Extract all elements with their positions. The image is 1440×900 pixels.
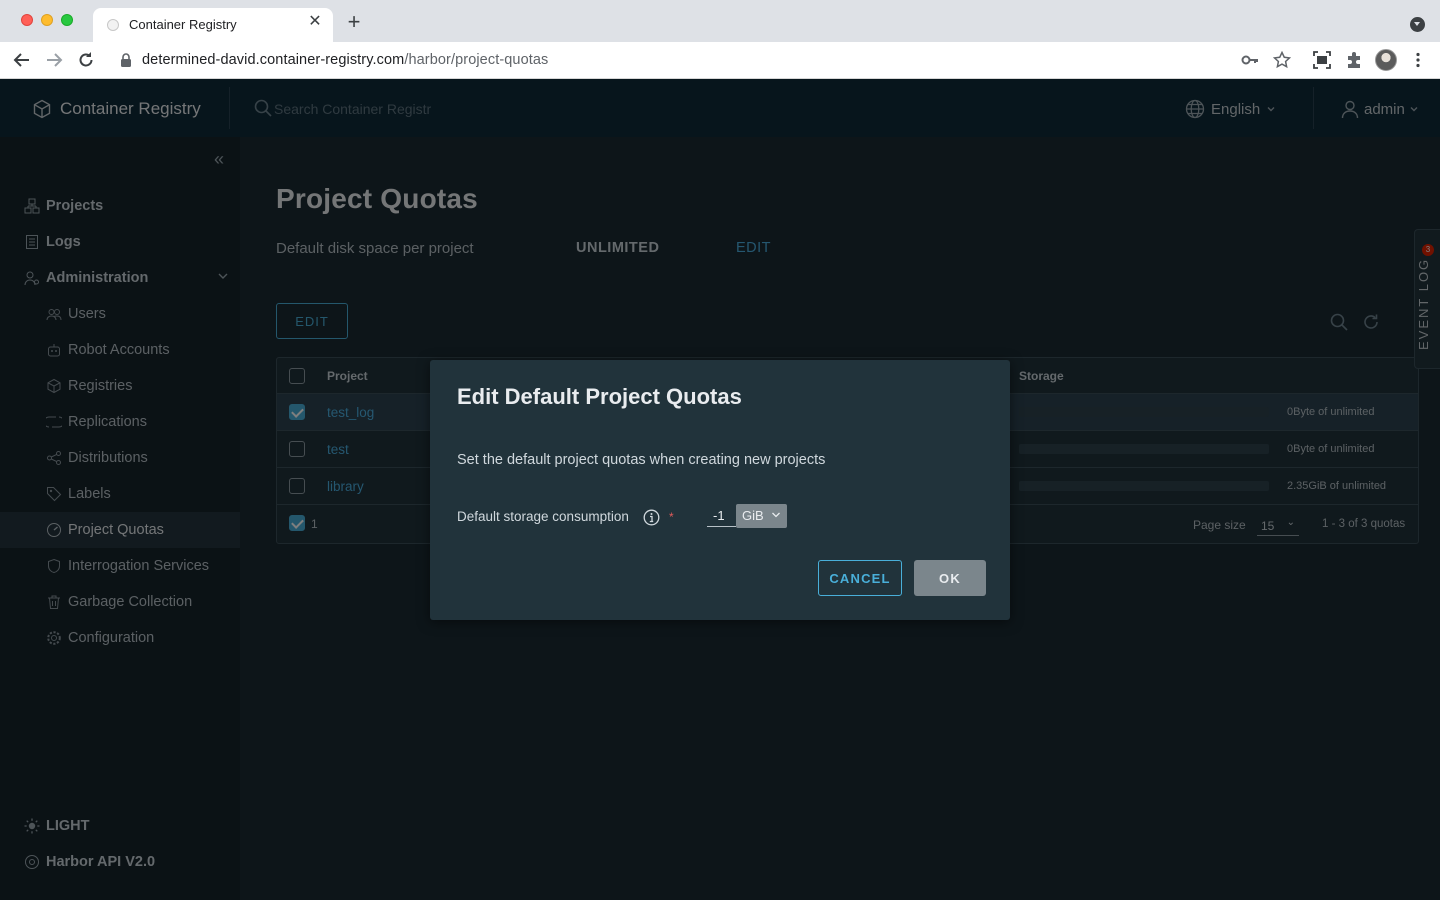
back-arrow-icon[interactable] [12,50,32,70]
ok-button[interactable]: OK [914,560,986,596]
browser-menu-icon[interactable] [1408,50,1428,70]
url-path: /harbor/project-quotas [404,52,549,68]
required-indicator: * [669,510,674,524]
browser-tab-strip: Container Registry ✕ + [0,0,1440,42]
window-maximize-button[interactable] [61,14,73,26]
tab-title: Container Registry [129,17,237,32]
reload-icon[interactable] [76,50,96,70]
profile-avatar[interactable] [1375,49,1397,71]
window-close-button[interactable] [21,14,33,26]
screen-capture-icon[interactable] [1312,50,1332,70]
window-minimize-button[interactable] [41,14,53,26]
dialog-description: Set the default project quotas when crea… [457,452,826,468]
extensions-puzzle-icon[interactable] [1344,50,1364,70]
tab-favicon-icon [107,19,119,31]
address-bar[interactable]: determined-david.container-registry.com/… [142,52,548,68]
storage-field-label: Default storage consumption [457,509,629,524]
quota-value-input[interactable] [707,505,736,527]
edit-default-quota-dialog: Edit Default Project Quotas Set the defa… [430,360,1010,620]
chevron-down-icon [772,512,780,518]
bookmark-star-icon[interactable] [1272,50,1292,70]
browser-tab[interactable]: Container Registry ✕ [93,8,333,42]
cancel-button[interactable]: CANCEL [818,560,902,596]
url-host: determined-david.container-registry.com [142,52,405,68]
lock-icon [121,53,131,67]
forward-arrow-icon[interactable] [44,50,64,70]
tab-search-menu-icon[interactable] [1410,17,1425,32]
unit-select[interactable]: GiB [736,504,787,528]
new-tab-button[interactable]: + [344,11,364,33]
browser-toolbar: determined-david.container-registry.com/… [0,42,1440,79]
unit-select-value: GiB [742,508,764,523]
key-icon[interactable] [1240,50,1260,70]
info-icon[interactable] [643,509,660,526]
dialog-title: Edit Default Project Quotas [457,384,742,409]
tab-close-icon[interactable]: ✕ [307,14,323,30]
